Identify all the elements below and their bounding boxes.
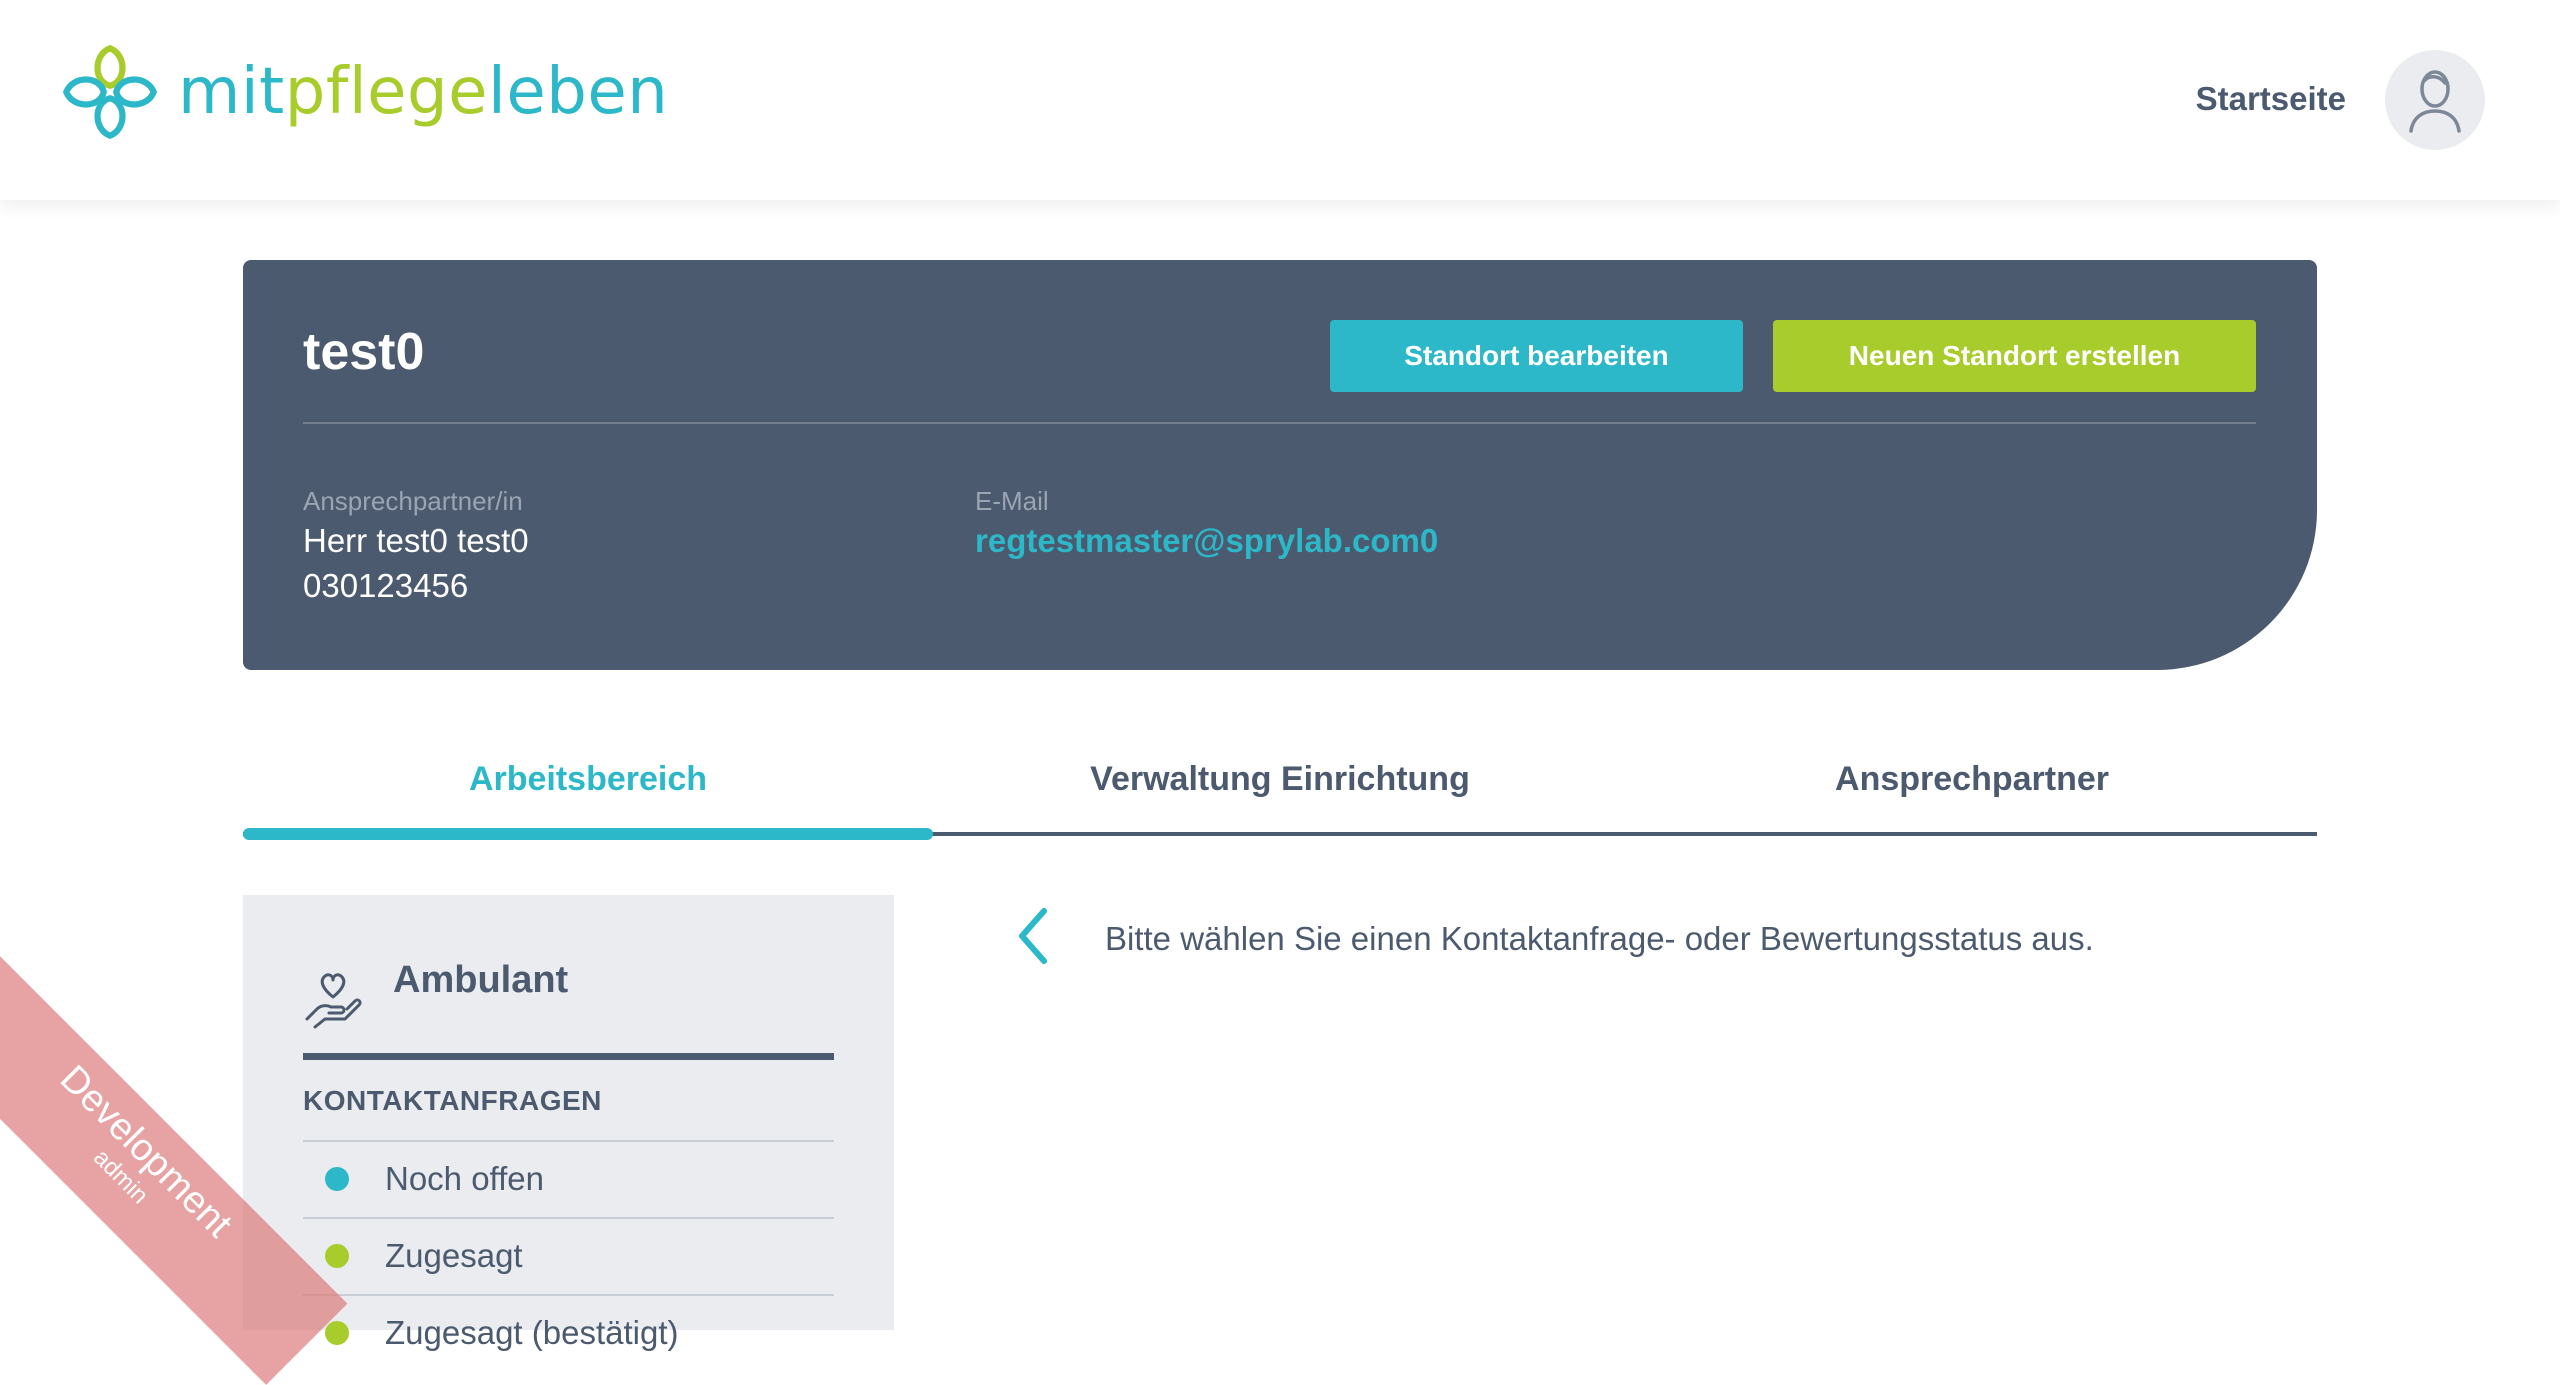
location-name: test0 [303,323,425,381]
status-sidebar: Ambulant KONTAKTANFRAGEN Noch offen Zuge… [243,895,894,1351]
top-header: mitpflegeleben Startseite [0,0,2560,200]
chevron-left-icon [1019,908,1047,964]
contact-name: Herr test0 test0 [303,522,529,559]
status-dot [325,1321,349,1345]
main-tabs: Arbeitsbereich Verwaltung Einrichtung An… [243,740,2317,840]
user-outline-icon [2409,70,2461,133]
tab-ansprechpartner[interactable]: Ansprechpartner [1627,760,2317,799]
tab-verwaltung-einrichtung[interactable]: Verwaltung Einrichtung [935,760,1625,799]
edit-location-button[interactable]: Standort bearbeiten [1330,320,1743,392]
logo[interactable]: mitpflegeleben [58,40,668,144]
user-avatar-icon[interactable] [2385,50,2485,150]
tab-arbeitsbereich[interactable]: Arbeitsbereich [243,760,933,799]
status-dot [325,1167,349,1191]
active-tab-indicator [243,828,933,840]
status-item-zugesagt-bestaetigt[interactable]: Zugesagt (bestätigt) [303,1294,834,1371]
email-label: E-Mail [975,486,1049,516]
contact-label: Ansprechpartner/in [303,486,523,516]
logo-wordmark: mitpflegeleben [178,55,669,129]
clover-logo-icon [62,44,158,140]
status-dot [325,1244,349,1268]
new-location-button[interactable]: Neuen Standort erstellen [1773,320,2256,392]
status-item-zugesagt[interactable]: Zugesagt [303,1217,834,1294]
heart-hand-icon [305,973,362,1029]
banner-divider [303,422,2256,424]
email-link[interactable]: regtestmaster@sprylab.com0 [975,522,1438,560]
care-type-divider [303,1053,834,1060]
section-title-contact-requests: KONTAKTANFRAGEN [303,1085,602,1116]
status-label: Zugesagt (bestätigt) [385,1314,679,1351]
status-label: Noch offen [385,1160,545,1197]
care-type-title: Ambulant [393,959,569,1001]
status-item-noch-offen[interactable]: Noch offen [303,1140,834,1217]
status-label: Zugesagt [385,1237,523,1274]
selection-hint: Bitte wählen Sie einen Kontaktanfrage- o… [1105,920,2094,957]
location-banner: test0 Standort bearbeiten Neuen Standort… [243,260,2317,670]
nav-home-link[interactable]: Startseite [2196,80,2346,118]
contact-phone: 030123456 [303,567,469,604]
